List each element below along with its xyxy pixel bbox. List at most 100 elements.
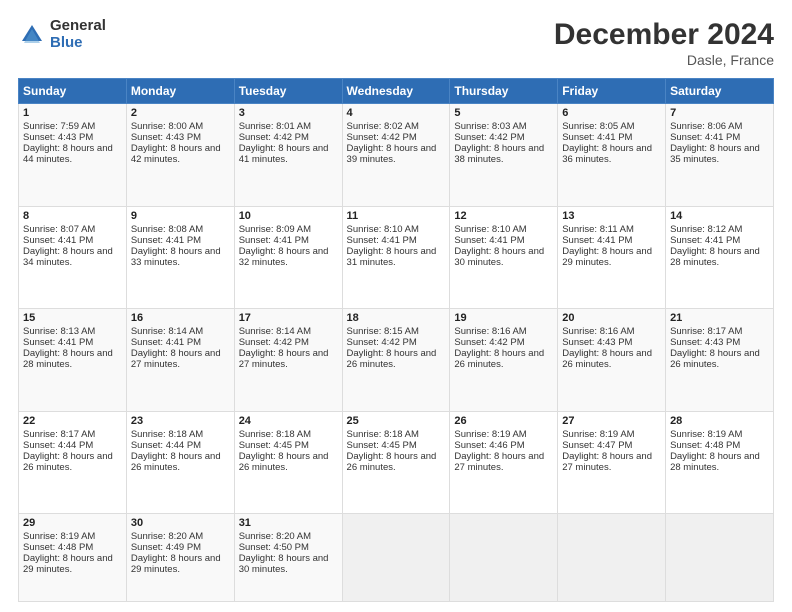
day-number: 29: [23, 517, 122, 529]
table-row: 22Sunrise: 8:17 AMSunset: 4:44 PMDayligh…: [19, 411, 127, 514]
sunrise-text: Sunrise: 8:03 AM: [454, 121, 526, 132]
day-number: 3: [239, 107, 338, 119]
main-title: December 2024: [554, 18, 774, 52]
day-number: 12: [454, 210, 553, 222]
sunset-text: Sunset: 4:43 PM: [670, 337, 740, 348]
subtitle: Dasle, France: [554, 52, 774, 68]
sunrise-text: Sunrise: 8:18 AM: [239, 429, 311, 440]
sunrise-text: Sunrise: 8:08 AM: [131, 224, 203, 235]
sunset-text: Sunset: 4:41 PM: [670, 132, 740, 143]
table-row: 25Sunrise: 8:18 AMSunset: 4:45 PMDayligh…: [342, 411, 450, 514]
table-row: 28 Sunrise: 8:19 AMSunset: 4:48 PMDayligh…: [666, 411, 774, 514]
sunset-text: Sunset: 4:42 PM: [239, 132, 309, 143]
daylight-text: Daylight: 8 hours and 26 minutes.: [670, 348, 760, 370]
sunrise-text: Sunrise: 8:10 AM: [347, 224, 419, 235]
sunrise-text: Sunrise: 8:16 AM: [562, 326, 634, 337]
logo-general: General: [50, 18, 106, 35]
table-row: 26Sunrise: 8:19 AMSunset: 4:46 PMDayligh…: [450, 411, 558, 514]
day-number: 20: [562, 312, 661, 324]
sunrise-text: Sunrise: 8:11 AM: [562, 224, 634, 235]
header: General Blue December 2024 Dasle, France: [18, 18, 774, 68]
sunrise-text: Sunrise: 8:18 AM: [131, 429, 203, 440]
day-number: 17: [239, 312, 338, 324]
daylight-text: Daylight: 8 hours and 34 minutes.: [23, 246, 113, 268]
sunset-text: Sunset: 4:41 PM: [23, 235, 93, 246]
sunset-text: Sunset: 4:46 PM: [454, 440, 524, 451]
day-number: 25: [347, 415, 446, 427]
sunset-text: Sunset: 4:47 PM: [562, 440, 632, 451]
sunrise-text: Sunrise: 8:19 AM: [23, 531, 95, 542]
logo: General Blue: [18, 18, 106, 51]
daylight-text: Daylight: 8 hours and 33 minutes.: [131, 246, 221, 268]
sunset-text: Sunset: 4:41 PM: [23, 337, 93, 348]
table-row: 1Sunrise: 7:59 AMSunset: 4:43 PMDaylight…: [19, 104, 127, 207]
table-row: 9Sunrise: 8:08 AMSunset: 4:41 PMDaylight…: [126, 206, 234, 309]
daylight-text: Daylight: 8 hours and 27 minutes.: [562, 451, 652, 473]
table-row: [450, 514, 558, 602]
table-row: 16Sunrise: 8:14 AMSunset: 4:41 PMDayligh…: [126, 309, 234, 412]
day-number: 16: [131, 312, 230, 324]
daylight-text: Daylight: 8 hours and 29 minutes.: [131, 553, 221, 575]
table-row: 24Sunrise: 8:18 AMSunset: 4:45 PMDayligh…: [234, 411, 342, 514]
daylight-text: Daylight: 8 hours and 27 minutes.: [131, 348, 221, 370]
sunrise-text: Sunrise: 8:09 AM: [239, 224, 311, 235]
table-row: [342, 514, 450, 602]
sunrise-text: Sunrise: 8:02 AM: [347, 121, 419, 132]
sunset-text: Sunset: 4:49 PM: [131, 542, 201, 553]
table-row: 7Sunrise: 8:06 AMSunset: 4:41 PMDaylight…: [666, 104, 774, 207]
sunrise-text: Sunrise: 8:19 AM: [670, 429, 742, 440]
table-row: 18Sunrise: 8:15 AMSunset: 4:42 PMDayligh…: [342, 309, 450, 412]
daylight-text: Daylight: 8 hours and 28 minutes.: [670, 246, 760, 268]
table-row: 17Sunrise: 8:14 AMSunset: 4:42 PMDayligh…: [234, 309, 342, 412]
sunset-text: Sunset: 4:45 PM: [347, 440, 417, 451]
daylight-text: Daylight: 8 hours and 26 minutes.: [239, 451, 329, 473]
table-row: 3Sunrise: 8:01 AMSunset: 4:42 PMDaylight…: [234, 104, 342, 207]
daylight-text: Daylight: 8 hours and 36 minutes.: [562, 143, 652, 165]
logo-blue: Blue: [50, 35, 106, 52]
day-number: 18: [347, 312, 446, 324]
sunset-text: Sunset: 4:44 PM: [23, 440, 93, 451]
table-row: 30Sunrise: 8:20 AMSunset: 4:49 PMDayligh…: [126, 514, 234, 602]
day-number: 6: [562, 107, 661, 119]
sunset-text: Sunset: 4:41 PM: [347, 235, 417, 246]
sunset-text: Sunset: 4:48 PM: [670, 440, 740, 451]
calendar-table: Sunday Monday Tuesday Wednesday Thursday…: [18, 78, 774, 602]
daylight-text: Daylight: 8 hours and 44 minutes.: [23, 143, 113, 165]
day-number: 14: [670, 210, 769, 222]
sunset-text: Sunset: 4:42 PM: [239, 337, 309, 348]
sunrise-text: Sunrise: 8:17 AM: [670, 326, 742, 337]
day-number: 1: [23, 107, 122, 119]
sunrise-text: Sunrise: 8:17 AM: [23, 429, 95, 440]
table-row: 21Sunrise: 8:17 AMSunset: 4:43 PMDayligh…: [666, 309, 774, 412]
day-number: 9: [131, 210, 230, 222]
table-row: 2Sunrise: 8:00 AMSunset: 4:43 PMDaylight…: [126, 104, 234, 207]
sunrise-text: Sunrise: 8:12 AM: [670, 224, 742, 235]
sunrise-text: Sunrise: 8:06 AM: [670, 121, 742, 132]
day-number: 28: [670, 415, 769, 427]
daylight-text: Daylight: 8 hours and 29 minutes.: [562, 246, 652, 268]
daylight-text: Daylight: 8 hours and 29 minutes.: [23, 553, 113, 575]
table-row: 19Sunrise: 8:16 AMSunset: 4:42 PMDayligh…: [450, 309, 558, 412]
table-row: 8Sunrise: 8:07 AMSunset: 4:41 PMDaylight…: [19, 206, 127, 309]
daylight-text: Daylight: 8 hours and 26 minutes.: [562, 348, 652, 370]
sunrise-text: Sunrise: 8:14 AM: [239, 326, 311, 337]
sunset-text: Sunset: 4:42 PM: [454, 337, 524, 348]
day-number: 27: [562, 415, 661, 427]
sunset-text: Sunset: 4:48 PM: [23, 542, 93, 553]
daylight-text: Daylight: 8 hours and 38 minutes.: [454, 143, 544, 165]
sunrise-text: Sunrise: 8:07 AM: [23, 224, 95, 235]
daylight-text: Daylight: 8 hours and 42 minutes.: [131, 143, 221, 165]
table-row: [666, 514, 774, 602]
day-number: 22: [23, 415, 122, 427]
day-number: 13: [562, 210, 661, 222]
logo-text: General Blue: [50, 18, 106, 51]
sunset-text: Sunset: 4:44 PM: [131, 440, 201, 451]
table-row: 6Sunrise: 8:05 AMSunset: 4:41 PMDaylight…: [558, 104, 666, 207]
day-number: 15: [23, 312, 122, 324]
table-row: 31Sunrise: 8:20 AMSunset: 4:50 PMDayligh…: [234, 514, 342, 602]
daylight-text: Daylight: 8 hours and 28 minutes.: [23, 348, 113, 370]
daylight-text: Daylight: 8 hours and 41 minutes.: [239, 143, 329, 165]
daylight-text: Daylight: 8 hours and 28 minutes.: [670, 451, 760, 473]
sunset-text: Sunset: 4:43 PM: [562, 337, 632, 348]
day-number: 11: [347, 210, 446, 222]
